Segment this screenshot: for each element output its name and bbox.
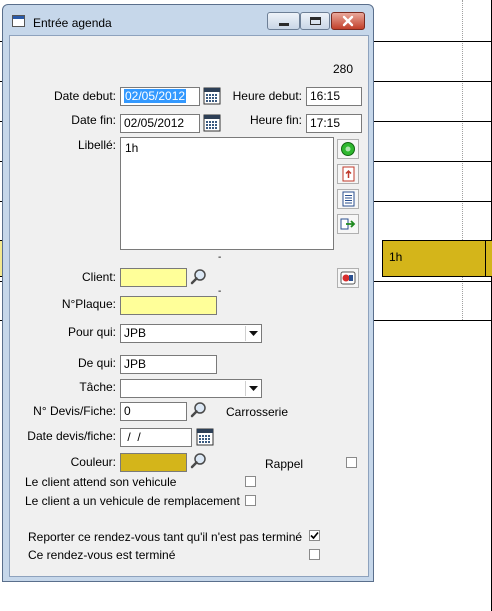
calendar-icon — [203, 114, 221, 132]
document-up-icon — [342, 166, 355, 182]
record-number: 280 — [333, 62, 354, 76]
document-list-button[interactable] — [337, 189, 359, 209]
maximize-button[interactable] — [300, 12, 330, 30]
devis-search-button[interactable] — [190, 401, 208, 419]
date-fin-label: Date fin: — [71, 113, 116, 127]
window-icon — [12, 15, 25, 27]
date-debut-label: Date debut: — [53, 89, 116, 103]
transfer-icon — [340, 218, 356, 230]
document-arrow-button[interactable] — [337, 164, 359, 184]
couleur-swatch[interactable] — [120, 453, 187, 472]
termine-checkbox[interactable] — [309, 549, 320, 560]
date-devis-calendar-button[interactable] — [196, 428, 214, 446]
libelle-textarea[interactable]: 1h — [120, 137, 334, 250]
rappel-label: Rappel — [265, 457, 304, 471]
calendar-icon — [196, 428, 214, 446]
green-action-button[interactable] — [337, 139, 359, 159]
libelle-label: Libellé: — [77, 138, 116, 152]
carrosserie-label: Carrosserie — [226, 405, 289, 419]
date-debut-value: 02/05/2012 — [124, 89, 187, 103]
checkmark-icon — [310, 531, 319, 540]
tache-select[interactable] — [120, 379, 262, 398]
couleur-label: Couleur: — [70, 455, 116, 469]
heure-fin-input[interactable]: 17:15 — [306, 114, 362, 133]
reporter-label: Reporter ce rendez-vous tant qu'il n'est… — [28, 530, 303, 544]
magnifier-icon — [190, 269, 206, 285]
pour-qui-label: Pour qui: — [67, 325, 116, 339]
heure-fin-label: Heure fin: — [249, 113, 302, 127]
remplacement-label: Le client a un vehicule de remplacement — [25, 494, 240, 508]
reporter-checkbox[interactable] — [309, 530, 320, 541]
rappel-checkbox[interactable] — [346, 457, 357, 468]
close-icon — [342, 15, 354, 27]
document-list-icon — [342, 191, 355, 207]
couleur-picker-button[interactable] — [190, 452, 208, 470]
date-devis-input[interactable]: / / — [120, 428, 192, 447]
minimize-button[interactable] — [267, 12, 300, 30]
plaque-input[interactable] — [120, 296, 217, 315]
remplacement-checkbox[interactable] — [245, 495, 256, 506]
client-vehicle-button[interactable] — [337, 268, 359, 288]
green-circle-icon — [341, 142, 355, 156]
client-input[interactable] — [120, 268, 187, 287]
date-fin-calendar-button[interactable] — [203, 114, 221, 132]
de-qui-label: De qui: — [77, 356, 116, 370]
pour-qui-select[interactable]: JPB — [120, 324, 262, 343]
agenda-event[interactable]: 1h — [382, 240, 492, 277]
date-debut-calendar-button[interactable] — [203, 87, 221, 105]
date-devis-label: Date devis/fiche: — [27, 429, 116, 443]
devis-label: N° Devis/Fiche: — [33, 404, 116, 418]
window-title: Entrée agenda — [33, 16, 112, 30]
attend-checkbox[interactable] — [245, 476, 256, 487]
calendar-icon — [203, 87, 221, 105]
heure-debut-input[interactable]: 16:15 — [306, 87, 362, 106]
client-label: Client: — [81, 270, 116, 284]
termine-label: Ce rendez-vous est terminé — [28, 548, 176, 562]
date-debut-input[interactable]: 02/05/2012 — [120, 87, 200, 106]
tache-label: Tâche: — [79, 380, 116, 394]
close-button[interactable] — [331, 12, 365, 30]
date-fin-input[interactable]: 02/05/2012 — [120, 114, 200, 133]
chevron-down-icon[interactable] — [245, 381, 260, 396]
chevron-down-icon[interactable] — [245, 326, 260, 341]
devis-input[interactable]: 0 — [120, 402, 187, 421]
client-search-button[interactable] — [190, 268, 208, 286]
magnifier-icon — [190, 402, 206, 418]
client-dash: - — [218, 286, 222, 297]
heure-debut-label: Heure debut: — [232, 89, 302, 103]
libelle-dash: - — [218, 252, 222, 263]
vehicle-card-icon — [340, 271, 356, 285]
magnifier-icon — [190, 453, 206, 469]
agenda-event-divider — [485, 241, 486, 276]
transfer-button[interactable] — [337, 214, 359, 234]
plaque-label: N°Plaque: — [61, 297, 116, 311]
agenda-event-label: 1h — [389, 250, 403, 264]
de-qui-input[interactable]: JPB — [120, 355, 217, 374]
attend-label: Le client attend son vehicule — [25, 475, 177, 489]
pour-qui-value: JPB — [124, 326, 147, 340]
